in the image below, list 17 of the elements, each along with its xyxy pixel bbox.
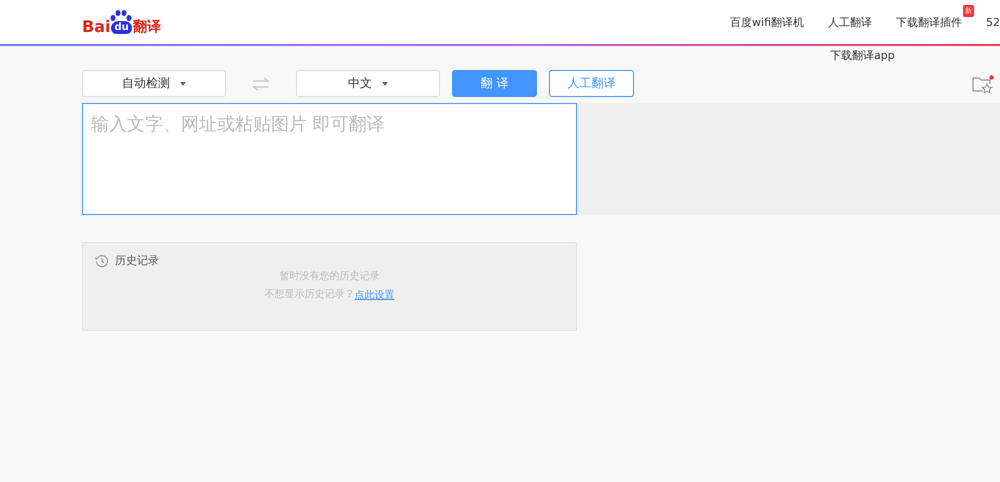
logo-product-text: 翻译 xyxy=(132,18,161,36)
nav-link[interactable]: 百度wifi翻译机 xyxy=(730,14,804,30)
target-language-select[interactable]: 中文 xyxy=(296,70,440,97)
nav-link[interactable]: 人工翻译 xyxy=(828,14,872,30)
folder-star-icon[interactable] xyxy=(972,74,994,92)
logo[interactable]: Bai du 翻译 xyxy=(82,8,161,36)
nav-link[interactable]: 52 xyxy=(986,16,1000,28)
caret-icon xyxy=(382,82,388,86)
clock-icon xyxy=(95,254,109,268)
logo-brand-text: Bai xyxy=(82,18,110,36)
source-language-select[interactable]: 自动检测 xyxy=(82,70,226,97)
paw-icon xyxy=(110,10,132,22)
input-field[interactable]: 输入文字、网址或粘贴图片 即可翻译 xyxy=(82,103,577,215)
dropdown-item[interactable]: 下载翻译app xyxy=(830,48,895,63)
history-title: 历史记录 xyxy=(115,253,159,268)
logo-paw-text: du xyxy=(111,21,132,34)
caret-icon xyxy=(180,82,186,86)
